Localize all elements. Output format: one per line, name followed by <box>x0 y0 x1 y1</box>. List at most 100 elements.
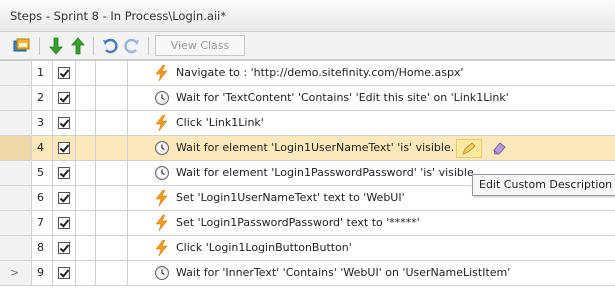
step-description: Wait for element 'Login1PasswordPassword… <box>176 166 478 179</box>
row-pointer-indicator: > <box>10 266 20 279</box>
undo-icon[interactable] <box>100 36 120 56</box>
breakpoint-cell[interactable] <box>76 61 96 85</box>
move-up-icon[interactable] <box>68 36 88 56</box>
step-row[interactable]: 7 Set 'Login1PasswordPassword' text to '*… <box>0 211 615 236</box>
edit-description-tooltip: Edit Custom Description <box>472 174 615 196</box>
step-row[interactable]: 3 Click 'Link1Link' <box>0 111 615 136</box>
pencil-icon <box>462 141 476 155</box>
row-header[interactable] <box>0 86 32 110</box>
step-enabled-checkbox[interactable] <box>53 136 76 160</box>
checkbox-checked-icon[interactable] <box>58 242 70 254</box>
step-number: 5 <box>32 161 53 185</box>
step-description-cell[interactable]: Navigate to : 'http://demo.sitefinity.co… <box>128 61 615 85</box>
step-enabled-checkbox[interactable] <box>53 186 76 210</box>
checkbox-checked-icon[interactable] <box>58 267 70 279</box>
step-options-cell[interactable] <box>96 186 128 210</box>
title-bar: Steps - Sprint 8 - In Process\Login.aii* <box>0 0 615 32</box>
step-options-cell[interactable] <box>96 136 128 160</box>
step-enabled-checkbox[interactable] <box>53 161 76 185</box>
step-description: Set 'Login1UserNameText' text to 'WebUI' <box>176 191 405 204</box>
step-row[interactable]: 1 Navigate to : 'http://demo.sitefinity.c… <box>0 61 615 86</box>
step-number: 1 <box>32 61 53 85</box>
edit-custom-description-button[interactable] <box>490 139 508 157</box>
step-description: Wait for element 'Login1UserNameText' 'i… <box>176 141 455 154</box>
checkbox-checked-icon[interactable] <box>58 92 70 104</box>
step-enabled-checkbox[interactable] <box>53 61 76 85</box>
breakpoint-cell[interactable] <box>76 111 96 135</box>
step-options-cell[interactable] <box>96 111 128 135</box>
row-header[interactable]: > <box>0 261 32 285</box>
step-row[interactable]: 8 Click 'Login1LoginButtonButton' <box>0 236 615 261</box>
step-options-cell[interactable] <box>96 61 128 85</box>
breakpoint-cell[interactable] <box>76 211 96 235</box>
step-options-cell[interactable] <box>96 86 128 110</box>
toolbar-separator <box>93 37 94 55</box>
row-header[interactable] <box>0 161 32 185</box>
toolbar-separator <box>39 37 40 55</box>
breakpoint-cell[interactable] <box>76 236 96 260</box>
breakpoint-cell[interactable] <box>76 86 96 110</box>
row-header[interactable] <box>0 136 32 160</box>
wait-clock-icon <box>154 265 170 281</box>
step-description: Click 'Login1LoginButtonButton' <box>176 241 352 254</box>
step-enabled-checkbox[interactable] <box>53 236 76 260</box>
breakpoint-cell[interactable] <box>76 161 96 185</box>
step-description: Click 'Link1Link' <box>176 116 264 129</box>
edit-step-button[interactable] <box>456 139 482 158</box>
lightning-icon <box>154 240 170 256</box>
checkbox-checked-icon[interactable] <box>58 192 70 204</box>
step-enabled-checkbox[interactable] <box>53 86 76 110</box>
step-enabled-checkbox[interactable] <box>53 211 76 235</box>
step-row[interactable]: >9 Wait for 'InnerText' 'Contains' 'WebUI… <box>0 261 615 286</box>
row-header[interactable] <box>0 186 32 210</box>
checkbox-checked-icon[interactable] <box>58 142 70 154</box>
step-options-cell[interactable] <box>96 261 128 285</box>
step-row[interactable]: 2 Wait for 'TextContent' 'Contains' 'Edit… <box>0 86 615 111</box>
checkbox-checked-icon[interactable] <box>58 167 70 179</box>
step-enabled-checkbox[interactable] <box>53 111 76 135</box>
step-options-cell[interactable] <box>96 211 128 235</box>
step-number: 3 <box>32 111 53 135</box>
breakpoint-cell[interactable] <box>76 261 96 285</box>
step-description-cell[interactable]: Set 'Login1PasswordPassword' text to '**… <box>128 211 615 235</box>
move-down-icon[interactable] <box>46 36 66 56</box>
step-description-cell[interactable]: Wait for 'InnerText' 'Contains' 'WebUI' … <box>128 261 615 285</box>
step-options-cell[interactable] <box>96 161 128 185</box>
step-enabled-checkbox[interactable] <box>53 261 76 285</box>
breakpoint-cell[interactable] <box>76 136 96 160</box>
row-header[interactable] <box>0 211 32 235</box>
step-description: Wait for 'TextContent' 'Contains' 'Edit … <box>176 91 509 104</box>
step-description: Wait for 'InnerText' 'Contains' 'WebUI' … <box>176 266 511 279</box>
step-options-cell[interactable] <box>96 236 128 260</box>
row-header[interactable] <box>0 61 32 85</box>
view-class-button[interactable]: View Class <box>155 35 245 56</box>
row-header[interactable] <box>0 236 32 260</box>
checkbox-checked-icon[interactable] <box>58 67 70 79</box>
breakpoint-cell[interactable] <box>76 186 96 210</box>
window-title: Steps - Sprint 8 - In Process\Login.aii* <box>10 9 227 23</box>
lightning-icon <box>154 65 170 81</box>
toolbar: View Class <box>0 32 615 60</box>
step-number: 7 <box>32 211 53 235</box>
step-number: 2 <box>32 86 53 110</box>
redo-icon[interactable] <box>122 36 142 56</box>
step-number: 8 <box>32 236 53 260</box>
step-number: 4 <box>32 136 53 160</box>
step-description-cell[interactable]: Click 'Link1Link' <box>128 111 615 135</box>
step-description-cell[interactable]: Wait for 'TextContent' 'Contains' 'Edit … <box>128 86 615 110</box>
checkbox-checked-icon[interactable] <box>58 117 70 129</box>
step-description-cell[interactable]: Wait for element 'Login1UserNameText' 'i… <box>128 136 615 160</box>
wait-clock-icon <box>154 90 170 106</box>
views-icon[interactable] <box>12 36 32 56</box>
step-description: Set 'Login1PasswordPassword' text to '**… <box>176 216 420 229</box>
checkbox-checked-icon[interactable] <box>58 217 70 229</box>
step-row[interactable]: 4 Wait for element 'Login1UserNameText' '… <box>0 136 615 161</box>
lightning-icon <box>154 115 170 131</box>
toolbar-separator <box>148 37 149 55</box>
step-description: Navigate to : 'http://demo.sitefinity.co… <box>176 66 464 79</box>
step-description-cell[interactable]: Click 'Login1LoginButtonButton' <box>128 236 615 260</box>
lightning-icon <box>154 215 170 231</box>
wait-clock-icon <box>154 140 170 156</box>
step-number: 6 <box>32 186 53 210</box>
row-header[interactable] <box>0 111 32 135</box>
